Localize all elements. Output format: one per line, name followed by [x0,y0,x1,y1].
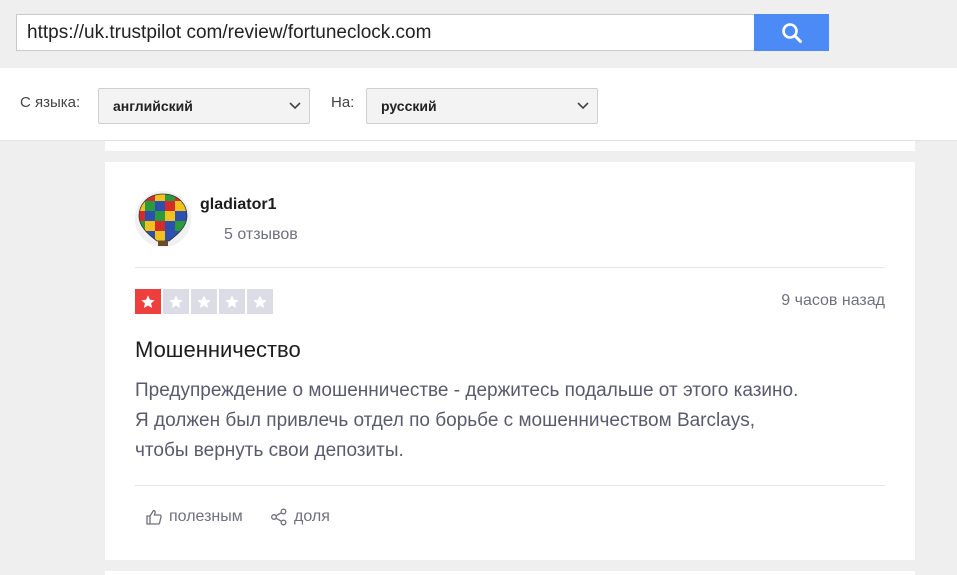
reviewer-review-count: 5 отзывов [224,226,298,243]
search-button[interactable] [754,14,829,51]
next-review-card-edge [105,571,915,575]
review-title[interactable]: Мошенничество [135,337,301,363]
share-button[interactable]: доля [270,508,330,526]
star-icon [219,289,245,314]
from-language-label: С языка: [20,94,81,111]
to-language-select[interactable]: русский [366,88,598,124]
header-divider [135,267,885,268]
from-language-value: английский [113,98,193,114]
useful-button[interactable]: полезным [145,508,243,526]
share-icon [271,508,287,526]
review-body-line: чтобы вернуть свои депозиты. [135,440,404,461]
review-body: Предупреждение о мошенничестве - держите… [135,376,895,466]
from-language-select[interactable]: английский [98,88,310,124]
review-card: gladiator1 5 отзывов 9 часов назад Мошен… [105,162,915,560]
chevron-down-icon [289,102,301,110]
review-body-line: Я должен был привлечь отдел по борьбе с … [135,410,756,431]
url-input[interactable] [16,14,755,51]
star-icon [163,289,189,314]
thumbs-up-icon [146,509,162,525]
star-icon [191,289,217,314]
star-icon [135,289,161,314]
translate-bar: С языка: английский На: русский [0,68,957,141]
avatar[interactable] [135,191,191,247]
footer-divider [135,485,885,486]
address-bar [0,0,957,68]
share-label: доля [294,508,330,525]
previous-review-card-edge [105,141,915,151]
search-icon [781,22,802,43]
to-language-value: русский [381,98,437,114]
review-body-line: Предупреждение о мошенничестве - держите… [135,380,799,401]
chevron-down-icon [577,102,589,110]
reviewer-name[interactable]: gladiator1 [200,196,276,214]
star-icon [247,289,273,314]
review-timestamp: 9 часов назад [781,292,885,309]
useful-label: полезным [169,508,243,525]
to-language-label: На: [331,94,355,111]
hot-air-balloon-avatar [135,191,191,247]
star-rating [135,289,273,314]
